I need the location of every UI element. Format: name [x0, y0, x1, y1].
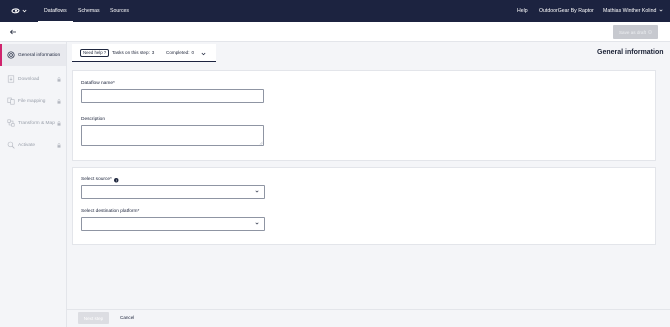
- gear-icon: [7, 51, 15, 59]
- step-progress-bar: Need help ? Tasks on this step: 3 Complet…: [72, 44, 216, 62]
- sidebar-item-activate[interactable]: Activate: [0, 134, 66, 156]
- tasks-value: 3: [151, 50, 155, 55]
- user-name: Mathias Winther Kolind: [603, 8, 657, 14]
- chevron-down-icon: [659, 9, 663, 12]
- tasks-count: Tasks on this step: 3: [112, 49, 154, 57]
- lock-icon: [57, 98, 61, 104]
- chevron-down-icon[interactable]: [22, 9, 27, 13]
- top-navigation-bar: Dataflows Schemas Sources Help OutdoorGe…: [0, 0, 670, 22]
- dataflow-name-label: Dataflow name*: [81, 81, 115, 86]
- nav-dataflows[interactable]: Dataflows: [38, 0, 73, 22]
- user-menu[interactable]: Mathias Winther Kolind: [603, 0, 663, 22]
- footer-bar: [67, 309, 670, 327]
- download-icon: [7, 75, 15, 83]
- cancel-button[interactable]: Cancel: [120, 312, 134, 324]
- lock-icon: [57, 76, 61, 82]
- resize-handle-icon[interactable]: [259, 141, 263, 145]
- chevron-down-icon[interactable]: [201, 52, 206, 56]
- page-title: General information: [597, 49, 664, 56]
- need-help-button[interactable]: Need help ?: [80, 49, 110, 57]
- info-icon: [648, 30, 652, 34]
- lock-icon: [57, 142, 61, 148]
- completed-count: Completed: 0: [166, 49, 194, 57]
- completed-label: Completed:: [166, 50, 190, 55]
- back-arrow-icon[interactable]: [9, 28, 17, 36]
- general-info-card: [72, 70, 656, 161]
- transform-icon: [7, 119, 15, 127]
- save-as-draft-button[interactable]: Save as draft: [613, 25, 658, 39]
- chevron-down-icon: [255, 190, 259, 193]
- step-sidebar: General information Download File mappin…: [0, 42, 67, 327]
- sidebar-item-label: General information: [18, 52, 61, 58]
- help-link[interactable]: Help: [517, 0, 528, 22]
- select-destination-label: Select destination platform*: [81, 209, 140, 214]
- sidebar-item-label: Transform & Map: [18, 120, 55, 126]
- sidebar-item-transform-map[interactable]: Transform & Map: [0, 112, 66, 134]
- destination-select[interactable]: [81, 217, 265, 231]
- info-icon[interactable]: [114, 178, 119, 183]
- source-destination-card: [72, 167, 656, 245]
- completed-value: 0: [191, 50, 195, 55]
- save-as-draft-label: Save as draft: [618, 29, 647, 35]
- source-select[interactable]: [81, 185, 265, 199]
- next-step-button[interactable]: Next step: [78, 312, 109, 324]
- activate-icon: [7, 141, 15, 149]
- select-source-label: Select source*: [81, 177, 112, 182]
- sidebar-item-label: Activate: [18, 142, 36, 148]
- dataflow-name-input[interactable]: [81, 89, 264, 103]
- sidebar-item-file-mapping[interactable]: File mapping: [0, 90, 66, 112]
- lock-icon: [57, 120, 61, 126]
- sidebar-item-download[interactable]: Download: [0, 68, 66, 90]
- nav-sources[interactable]: Sources: [110, 0, 129, 22]
- chevron-down-icon: [255, 222, 259, 225]
- description-label: Description: [81, 117, 105, 122]
- tasks-label: Tasks on this step:: [112, 50, 150, 55]
- sub-toolbar: [0, 22, 670, 42]
- description-textarea[interactable]: [81, 125, 264, 146]
- sidebar-item-label: File mapping: [18, 98, 46, 104]
- nav-schemas[interactable]: Schemas: [78, 0, 100, 22]
- sidebar-item-label: Download: [18, 76, 40, 82]
- sidebar-item-general-information[interactable]: General information: [0, 44, 66, 66]
- org-selector[interactable]: OutdoorGear By Raptor: [539, 0, 594, 22]
- file-mapping-icon: [7, 97, 15, 105]
- raptor-logo-icon[interactable]: [11, 7, 20, 15]
